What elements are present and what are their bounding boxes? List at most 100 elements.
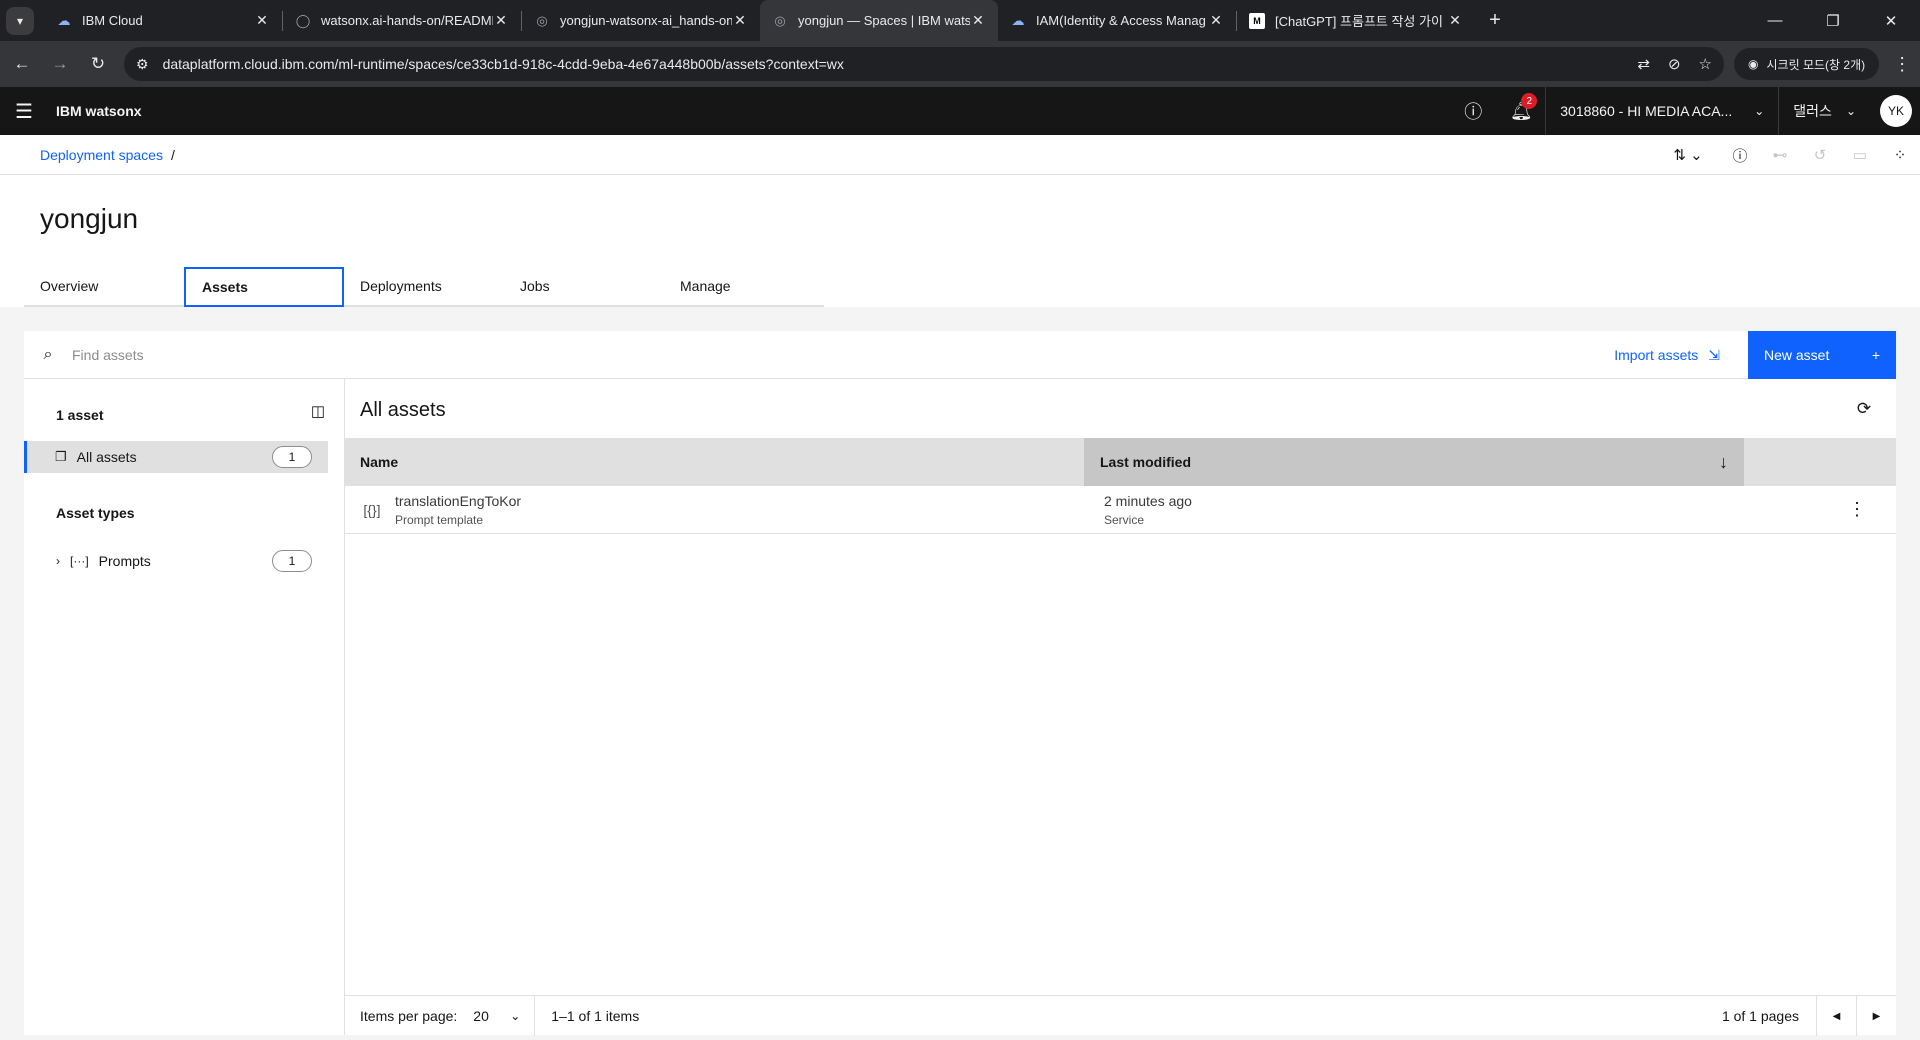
browser-menu-icon[interactable]: ⋮ bbox=[1893, 54, 1911, 75]
search-icon: ⌕ bbox=[43, 345, 53, 363]
import-assets-label: Import assets bbox=[1614, 347, 1699, 363]
filter-label: Prompts bbox=[98, 553, 151, 569]
minimize-icon[interactable]: — bbox=[1746, 0, 1804, 41]
previous-page-icon[interactable]: ◀ bbox=[1816, 996, 1856, 1036]
items-per-page-value: 20 bbox=[473, 1007, 489, 1024]
close-icon[interactable]: ✕ bbox=[254, 12, 270, 29]
github-icon: ◯ bbox=[295, 12, 311, 28]
tab-search-icon[interactable]: ▾ bbox=[6, 6, 34, 35]
column-header-actions bbox=[1744, 438, 1896, 486]
tab-title: IBM Cloud bbox=[82, 13, 143, 28]
items-per-page-label: Items per page: bbox=[360, 1007, 458, 1024]
browser-tab-bar: ▾ ☁ IBM Cloud ✕ ◯ watsonx.ai-hands-on/RE… bbox=[0, 0, 1920, 41]
close-icon[interactable]: ✕ bbox=[970, 12, 986, 29]
browser-tab[interactable]: ☁ IAM(Identity & Access Manag ✕ bbox=[998, 0, 1236, 41]
browser-tab[interactable]: ◯ watsonx.ai-hands-on/README ✕ bbox=[283, 0, 521, 41]
close-icon[interactable]: ✕ bbox=[1447, 12, 1463, 29]
browser-tab[interactable]: M [ChatGPT] 프롬프트 작성 가이 ✕ bbox=[1237, 0, 1475, 41]
new-tab-icon[interactable]: + bbox=[1481, 9, 1509, 32]
close-icon[interactable]: ✕ bbox=[1208, 12, 1224, 29]
items-per-page-select[interactable]: 20 ⌄ bbox=[473, 995, 536, 1036]
medium-icon: M bbox=[1249, 12, 1265, 29]
filter-all-assets[interactable]: ❐ All assets 1 bbox=[24, 441, 328, 473]
hamburger-menu-icon[interactable]: ☰ bbox=[0, 87, 48, 135]
asset-name-cell[interactable]: translationEngToKor Prompt template bbox=[395, 493, 1088, 527]
chevron-down-icon: ⌄ bbox=[510, 1008, 521, 1023]
close-window-icon[interactable]: ✕ bbox=[1862, 0, 1920, 41]
eye-off-icon[interactable]: ⊘ bbox=[1668, 55, 1681, 73]
tab-overview[interactable]: Overview bbox=[24, 267, 184, 307]
apps-icon[interactable]: ⁘ bbox=[1880, 135, 1920, 175]
reload-icon[interactable]: ↻ bbox=[82, 48, 114, 80]
column-label: Last modified bbox=[1100, 454, 1192, 470]
header-actions: ⓘ 🔔︎ 2 3018860 - HI MEDIA ACA... ⌄ 댈러스 ⌄… bbox=[1449, 87, 1920, 135]
brand-name[interactable]: IBM watsonx bbox=[56, 103, 142, 119]
comment-icon[interactable]: ▭ bbox=[1840, 135, 1880, 175]
table-title: All assets bbox=[360, 399, 446, 421]
omnibox[interactable]: ⚙ dataplatform.cloud.ibm.com/ml-runtime/… bbox=[124, 47, 1724, 81]
modified-time: 2 minutes ago bbox=[1104, 492, 1192, 509]
import-assets-button[interactable]: Import assets ⇲ bbox=[1598, 331, 1736, 379]
filter-prompts[interactable]: › [···] Prompts 1 bbox=[24, 545, 328, 577]
refresh-icon[interactable]: ⟳ bbox=[1852, 397, 1876, 421]
sort-arrow-down-icon: ↓ bbox=[1719, 451, 1728, 472]
incognito-indicator[interactable]: ◉ 시크릿 모드(창 2개) bbox=[1734, 48, 1880, 80]
column-header-last-modified[interactable]: Last modified ↓ bbox=[1084, 438, 1744, 486]
last-modified-cell: 2 minutes ago Service bbox=[1088, 493, 1748, 527]
upload-download-icon[interactable]: ⇅ ⌄ bbox=[1656, 135, 1720, 175]
back-icon[interactable]: ← bbox=[6, 48, 38, 80]
assets-icon: ❐ bbox=[55, 449, 67, 464]
asset-types-heading: Asset types bbox=[56, 505, 135, 521]
breadcrumb-deployment-spaces[interactable]: Deployment spaces bbox=[40, 147, 163, 163]
notification-bell-icon[interactable]: 🔔︎ 2 bbox=[1497, 87, 1545, 135]
add-icon: + bbox=[1871, 347, 1880, 363]
search-input[interactable] bbox=[72, 346, 972, 363]
account-switcher[interactable]: 3018860 - HI MEDIA ACA... ⌄ bbox=[1545, 87, 1778, 135]
column-header-name[interactable]: Name bbox=[345, 438, 1084, 486]
site-info-icon[interactable]: ⚙ bbox=[136, 56, 149, 73]
bookmark-star-icon[interactable]: ☆ bbox=[1699, 55, 1712, 73]
tab-deployments[interactable]: Deployments bbox=[344, 267, 504, 307]
overflow-menu-icon[interactable]: ⋮ bbox=[1748, 499, 1896, 520]
new-asset-button[interactable]: New asset + bbox=[1748, 331, 1896, 379]
region-switcher[interactable]: 댈러스 ⌄ bbox=[1778, 87, 1870, 135]
chevron-right-icon[interactable]: › bbox=[56, 554, 60, 568]
asset-name[interactable]: translationEngToKor bbox=[395, 493, 1088, 509]
breadcrumb-separator: / bbox=[170, 146, 175, 163]
chevron-down-icon: ⌄ bbox=[1754, 104, 1765, 118]
count-tag: 1 bbox=[272, 550, 312, 572]
page-nav: ◀ ▶ bbox=[1816, 996, 1896, 1036]
table-header: Name Last modified ↓ bbox=[345, 438, 1896, 486]
new-asset-label: New asset bbox=[1764, 347, 1830, 363]
ibm-cloud-icon: ☁ bbox=[1011, 12, 1025, 28]
collapse-panel-icon[interactable]: ◫ bbox=[306, 399, 330, 423]
tab-assets[interactable]: Assets bbox=[184, 267, 344, 307]
browser-tab[interactable]: ☁ IBM Cloud ✕ bbox=[44, 0, 282, 41]
assets-toolbar: ⌕ Import assets ⇲ New asset + bbox=[24, 331, 1896, 379]
avatar[interactable]: YK bbox=[1880, 95, 1912, 127]
tab-title: yongjun-watsonx-ai_hands-on bbox=[560, 13, 732, 28]
close-icon[interactable]: ✕ bbox=[732, 12, 748, 29]
space-tabs: Overview Assets Deployments Jobs Manage bbox=[24, 267, 824, 307]
browser-tab[interactable]: ◎ yongjun-watsonx-ai_hands-on ✕ bbox=[522, 0, 760, 41]
table-row[interactable]: [{}] translationEngToKor Prompt template… bbox=[345, 486, 1896, 534]
tab-manage[interactable]: Manage bbox=[664, 267, 824, 307]
translate-icon[interactable]: ⇄ bbox=[1637, 55, 1650, 73]
close-icon[interactable]: ✕ bbox=[493, 12, 509, 29]
help-icon[interactable]: ⓘ bbox=[1449, 87, 1497, 135]
lineage-icon[interactable]: ⊷ bbox=[1760, 135, 1800, 175]
forward-icon[interactable]: → bbox=[44, 48, 76, 80]
next-page-icon[interactable]: ▶ bbox=[1856, 996, 1896, 1036]
assets-table-panel: All assets ⟳ Name Last modified ↓ [{}] t… bbox=[345, 379, 1896, 1036]
tab-jobs[interactable]: Jobs bbox=[504, 267, 664, 307]
pagination: Items per page: 20 ⌄ 1–1 of 1 items 1 of… bbox=[345, 995, 1896, 1036]
tab-title: watsonx.ai-hands-on/README bbox=[321, 13, 493, 28]
url-text[interactable]: dataplatform.cloud.ibm.com/ml-runtime/sp… bbox=[163, 56, 1620, 72]
breadcrumb: Deployment spaces / ⇅ ⌄ ⓘ ⊷ ↺ ▭ ⁘ bbox=[0, 135, 1920, 175]
window-controls: — ❐ ✕ bbox=[1746, 0, 1920, 41]
info-icon[interactable]: ⓘ bbox=[1720, 135, 1760, 175]
prompt-icon: [···] bbox=[70, 554, 89, 568]
restore-icon[interactable]: ❐ bbox=[1804, 0, 1862, 41]
browser-tab-active[interactable]: ◎ yongjun — Spaces | IBM wats ✕ bbox=[760, 0, 998, 41]
history-icon[interactable]: ↺ bbox=[1800, 135, 1840, 175]
